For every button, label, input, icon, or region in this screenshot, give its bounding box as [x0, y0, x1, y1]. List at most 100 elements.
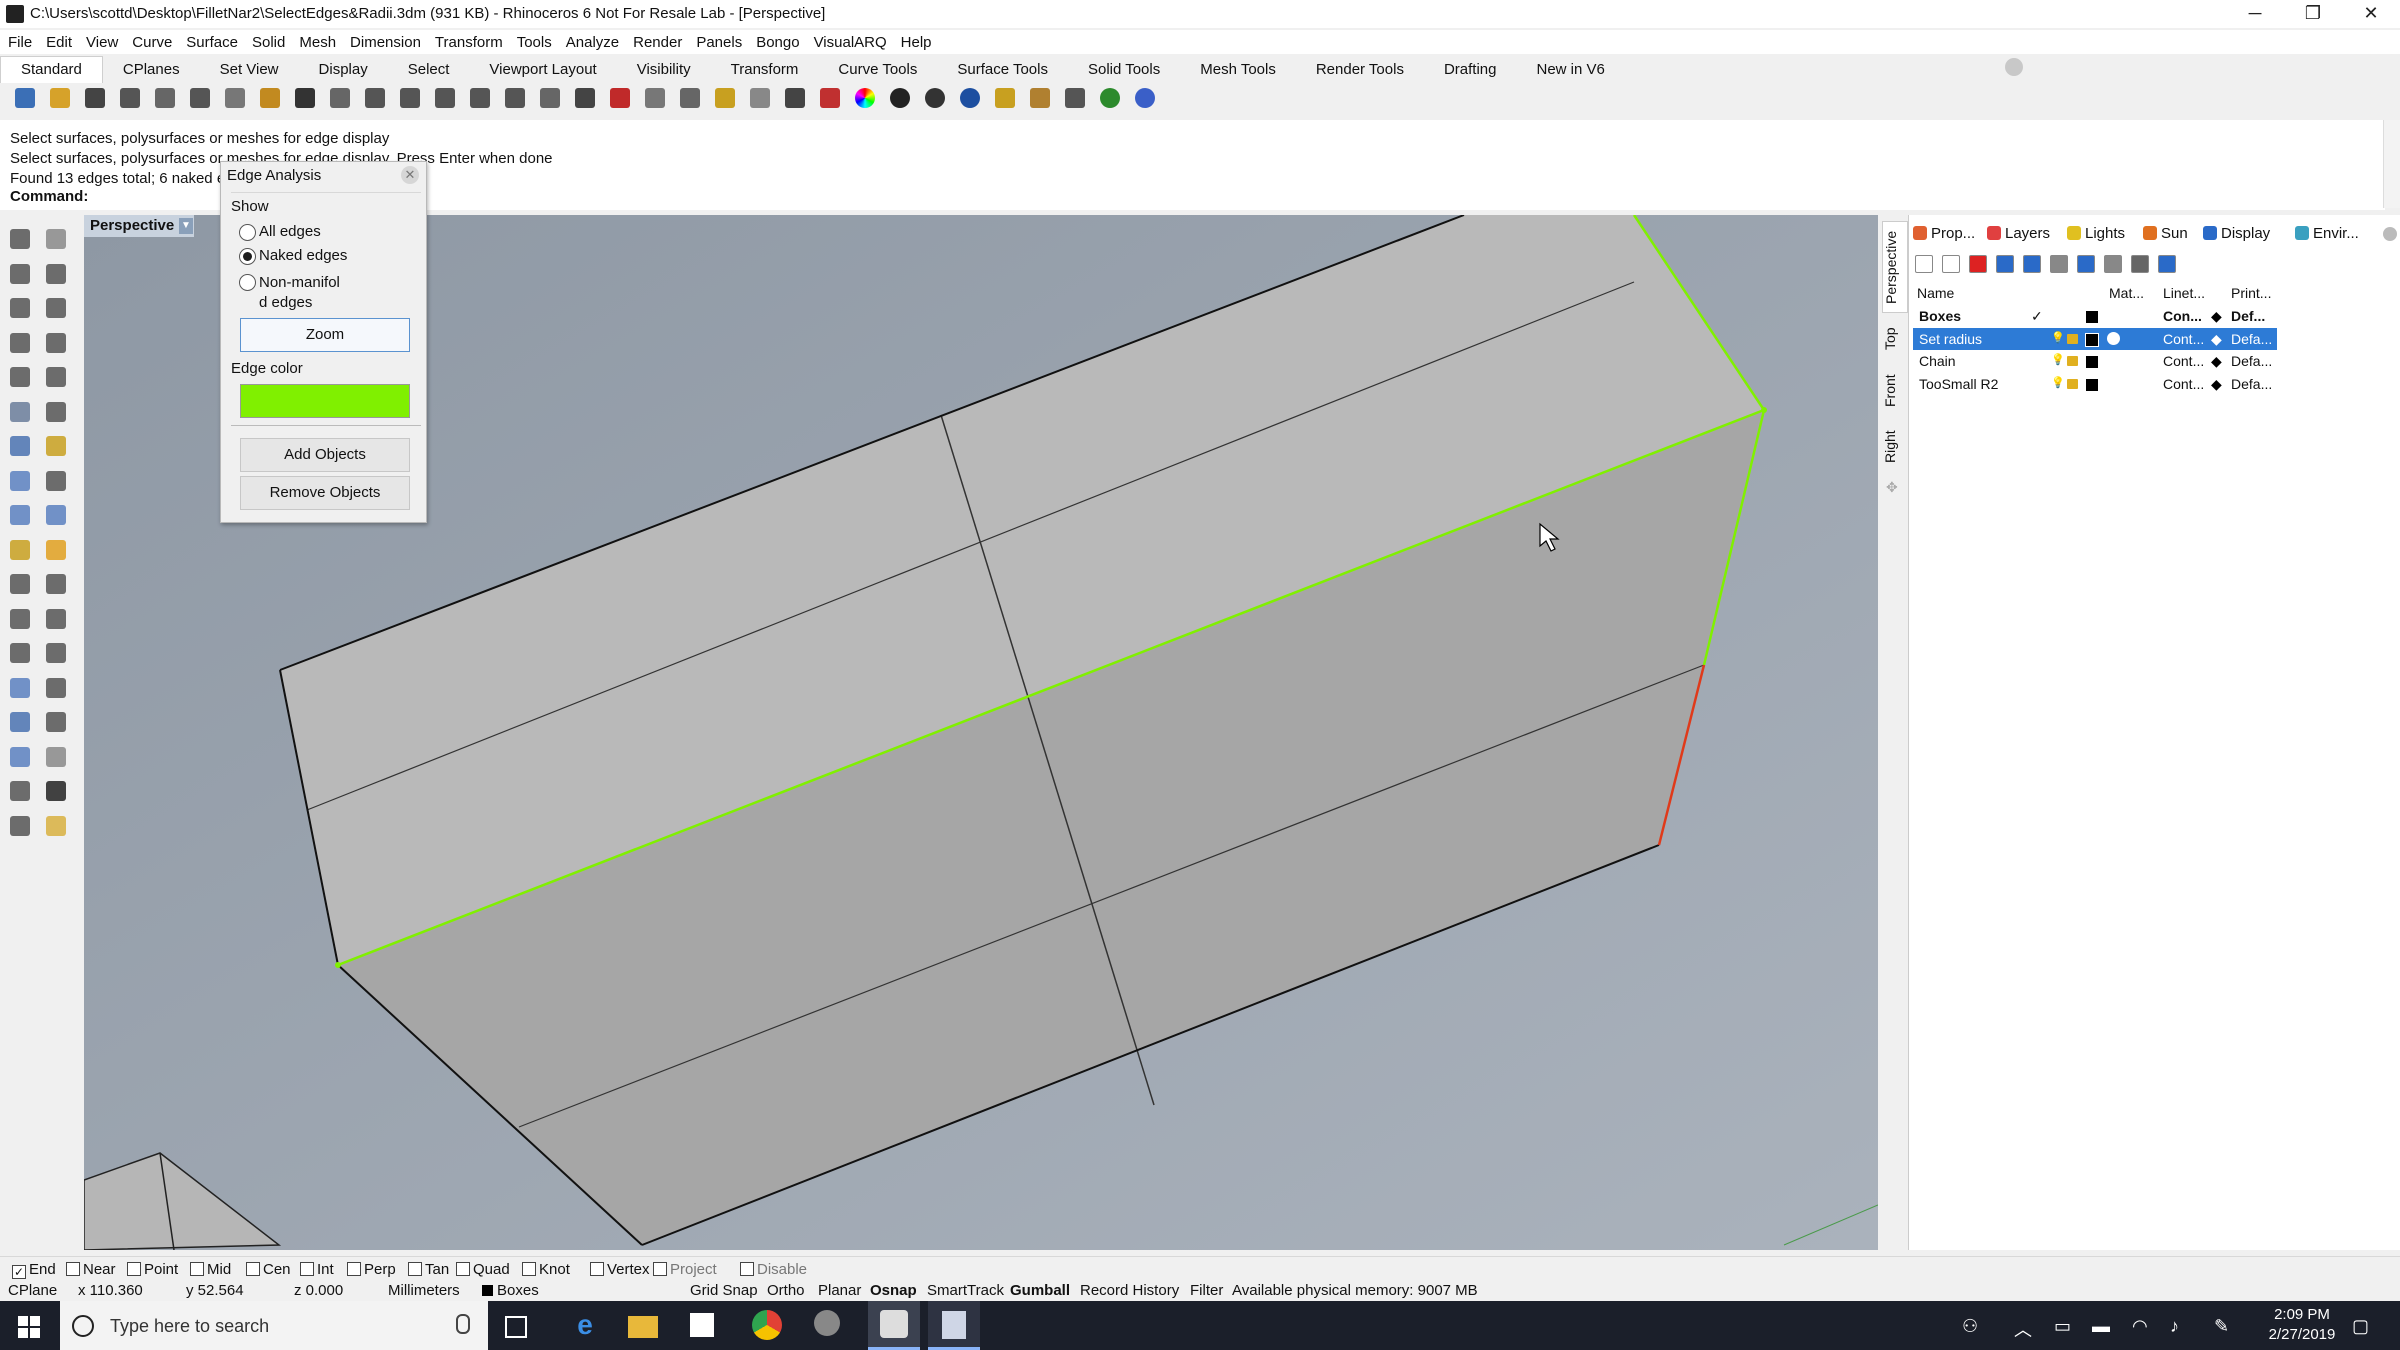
help-icon[interactable]: [1130, 84, 1160, 112]
curve-icon[interactable]: [675, 84, 705, 112]
chrome-icon[interactable]: [752, 1310, 782, 1340]
pen-icon[interactable]: ✎: [2214, 1316, 2229, 1337]
menu-analyze[interactable]: Analyze: [558, 30, 625, 51]
menu-mesh[interactable]: Mesh: [291, 30, 342, 51]
panel-options-gear-icon[interactable]: [2383, 227, 2397, 241]
left-tool-icon[interactable]: [6, 812, 34, 840]
left-tool-icon[interactable]: [42, 812, 70, 840]
edge-color-swatch[interactable]: [240, 384, 410, 418]
menu-tools[interactable]: Tools: [509, 30, 558, 51]
layer-print-width[interactable]: Def...: [2231, 308, 2265, 324]
material-swatch[interactable]: [2107, 331, 2120, 345]
menu-curve[interactable]: Curve: [124, 30, 178, 51]
menu-visualarq[interactable]: VisualARQ: [806, 30, 893, 51]
tablet-icon[interactable]: ▭: [2054, 1316, 2071, 1337]
select-filter-icon[interactable]: [990, 84, 1020, 112]
left-tool-icon[interactable]: [6, 225, 34, 253]
minimize-button[interactable]: ─: [2226, 0, 2284, 28]
left-tool-icon[interactable]: [42, 467, 70, 495]
menu-edit[interactable]: Edit: [38, 30, 78, 51]
panel-tab-display[interactable]: Display: [2203, 225, 2270, 242]
shaded-sphere-icon[interactable]: [885, 84, 915, 112]
left-tool-icon[interactable]: [6, 674, 34, 702]
layer-color-swatch[interactable]: [2085, 332, 2099, 347]
menu-panels[interactable]: Panels: [688, 30, 748, 51]
osnap-cen[interactable]: Cen: [246, 1261, 291, 1278]
left-tool-icon[interactable]: [6, 432, 34, 460]
left-tool-icon[interactable]: [6, 639, 34, 667]
panel-tab-prop[interactable]: Prop...: [1913, 225, 1975, 242]
tab-standard[interactable]: Standard: [0, 56, 103, 83]
left-tool-icon[interactable]: [42, 294, 70, 322]
filter-icon[interactable]: [2077, 255, 2095, 273]
open-icon[interactable]: [45, 84, 75, 112]
panel-tab-sun[interactable]: Sun: [2143, 225, 2188, 242]
left-tool-icon[interactable]: [42, 398, 70, 426]
import-icon[interactable]: [150, 84, 180, 112]
tab-select[interactable]: Select: [388, 57, 470, 83]
tab-new-in-v6[interactable]: New in V6: [1517, 57, 1625, 83]
clock-time[interactable]: 2:09 PM: [2262, 1306, 2342, 1323]
new-icon[interactable]: [10, 84, 40, 112]
volume-icon[interactable]: ♪: [2170, 1316, 2179, 1337]
light-icon[interactable]: [745, 84, 775, 112]
left-tool-icon[interactable]: [42, 777, 70, 805]
left-tool-icon[interactable]: [6, 708, 34, 736]
tab-transform[interactable]: Transform: [711, 57, 819, 83]
menu-file[interactable]: File: [0, 30, 38, 51]
zoom-window-icon[interactable]: [430, 84, 460, 112]
layer-row[interactable]: Set radius 💡 Cont... ◆ Defa...: [1913, 327, 2277, 350]
left-tool-icon[interactable]: [6, 743, 34, 771]
side-tab-front[interactable]: Front: [1882, 365, 1906, 417]
left-tool-icon[interactable]: [42, 743, 70, 771]
osnap-project[interactable]: Project: [653, 1261, 717, 1278]
menu-surface[interactable]: Surface: [178, 30, 244, 51]
restore-button[interactable]: ❐: [2284, 0, 2342, 28]
help-icon[interactable]: [2158, 255, 2176, 273]
tab-viewport-layout[interactable]: Viewport Layout: [469, 57, 616, 83]
left-tool-icon[interactable]: [6, 570, 34, 598]
filter-icon[interactable]: [710, 84, 740, 112]
move-up-icon[interactable]: [1996, 255, 2014, 273]
layer-row[interactable]: Boxes ✓ Con... ◆ Def...: [1913, 305, 2277, 327]
microphone-icon[interactable]: [456, 1314, 470, 1334]
radio-non-manifold-edges[interactable]: [239, 274, 256, 291]
globe-icon[interactable]: [1095, 84, 1125, 112]
edge-browser-icon[interactable]: e: [570, 1310, 600, 1340]
menu-dimension[interactable]: Dimension: [342, 30, 427, 51]
status-smarttrack[interactable]: SmartTrack: [927, 1282, 1004, 1299]
radio-all-edges[interactable]: [239, 224, 256, 241]
left-tool-icon[interactable]: [6, 260, 34, 288]
layer-print-width[interactable]: Defa...: [2231, 331, 2272, 347]
notifications-icon[interactable]: ▢: [2352, 1316, 2369, 1337]
column-linetype[interactable]: Linet...: [2163, 285, 2205, 301]
left-tool-icon[interactable]: [42, 639, 70, 667]
zoom-button[interactable]: Zoom: [240, 318, 410, 352]
layer-linetype[interactable]: Con...: [2163, 308, 2202, 324]
status-cplane[interactable]: CPlane: [8, 1282, 57, 1299]
tab-drafting[interactable]: Drafting: [1424, 57, 1517, 83]
status-osnap[interactable]: Osnap: [870, 1282, 917, 1299]
tab-visibility[interactable]: Visibility: [617, 57, 711, 83]
settings-gear-icon[interactable]: [1025, 84, 1055, 112]
menu-view[interactable]: View: [78, 30, 124, 51]
copy-icon[interactable]: [220, 84, 250, 112]
layer-states-icon[interactable]: [2104, 255, 2122, 273]
cut-icon[interactable]: [185, 84, 215, 112]
command-scrollbar[interactable]: [2383, 120, 2400, 208]
osnap-near[interactable]: Near: [66, 1261, 116, 1278]
layer-icon[interactable]: [815, 84, 845, 112]
lightbulb-on-icon[interactable]: 💡: [2051, 376, 2065, 389]
menu-help[interactable]: Help: [893, 30, 938, 51]
rhino-taskbar-button[interactable]: [868, 1301, 920, 1350]
status-grid-snap[interactable]: Grid Snap: [690, 1282, 758, 1299]
rotate-view-icon[interactable]: [360, 84, 390, 112]
lock-open-icon[interactable]: [2067, 378, 2078, 389]
left-tool-icon[interactable]: [6, 294, 34, 322]
dimension-icon[interactable]: [1060, 84, 1090, 112]
left-tool-icon[interactable]: [42, 363, 70, 391]
viewport-menu-chevron-icon[interactable]: ▼: [179, 218, 193, 234]
osnap-point[interactable]: Point: [127, 1261, 178, 1278]
status-planar[interactable]: Planar: [818, 1282, 861, 1299]
osnap-quad[interactable]: Quad: [456, 1261, 510, 1278]
